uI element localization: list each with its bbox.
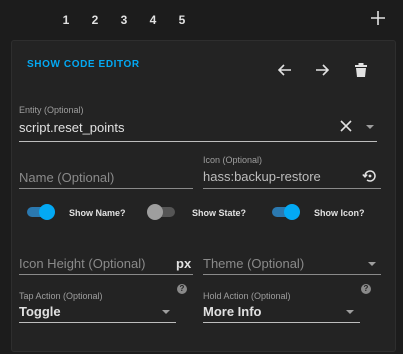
icon-label: Icon (Optional) — [203, 155, 263, 165]
card-editor: SHOW CODE EDITOR Entity (Optional) scrip… — [11, 40, 396, 352]
arrow-right-icon[interactable] — [312, 60, 332, 80]
icon-height-underline — [19, 274, 193, 275]
tab-1[interactable]: 1 — [59, 13, 73, 27]
help-icon[interactable]: ? — [177, 284, 187, 294]
theme-dropdown-icon[interactable] — [368, 262, 376, 266]
tab-4[interactable]: 4 — [146, 13, 160, 27]
tap-action-underline — [19, 322, 176, 323]
entity-dropdown-icon[interactable] — [366, 125, 374, 129]
tap-action-select[interactable]: Toggle — [19, 304, 61, 319]
toggle-knob — [39, 204, 55, 220]
show-name-label: Show Name? — [69, 208, 126, 218]
tap-action-label: Tap Action (Optional) — [19, 291, 103, 301]
arrow-left-icon[interactable] — [275, 60, 295, 80]
icon-height-input[interactable]: Icon Height (Optional) — [19, 256, 145, 271]
show-state-toggle[interactable] — [147, 204, 177, 220]
show-icon-toggle[interactable] — [270, 204, 300, 220]
show-name-toggle[interactable] — [25, 204, 55, 220]
delete-icon[interactable] — [351, 60, 371, 80]
help-icon[interactable]: ? — [361, 284, 371, 294]
card-tab-bar: 1 2 3 4 5 — [0, 0, 403, 40]
hold-action-select[interactable]: More Info — [203, 304, 262, 319]
hold-action-dropdown-icon[interactable] — [346, 310, 354, 314]
theme-select[interactable]: Theme (Optional) — [203, 256, 304, 271]
theme-underline — [203, 274, 381, 275]
backup-restore-icon — [362, 170, 376, 182]
show-code-editor-button[interactable]: SHOW CODE EDITOR — [27, 59, 140, 70]
show-state-label: Show State? — [192, 208, 247, 218]
name-underline — [19, 188, 193, 189]
tab-3[interactable]: 3 — [117, 13, 131, 27]
entity-label: Entity (Optional) — [19, 105, 84, 115]
name-input[interactable]: Name (Optional) — [19, 170, 114, 185]
toggle-knob — [284, 204, 300, 220]
hold-action-underline — [203, 322, 360, 323]
clear-icon[interactable] — [339, 119, 353, 133]
hold-action-label: Hold Action (Optional) — [203, 291, 291, 301]
entity-input[interactable]: script.reset_points — [19, 120, 125, 135]
show-icon-label: Show Icon? — [314, 208, 365, 218]
tab-5[interactable]: 5 — [175, 13, 189, 27]
toggle-knob — [147, 204, 163, 220]
entity-underline — [19, 141, 377, 142]
icon-underline — [203, 188, 381, 189]
icon-input[interactable]: hass:backup-restore — [203, 169, 321, 184]
add-card-icon[interactable] — [369, 9, 387, 27]
tab-2[interactable]: 2 — [88, 13, 102, 27]
tap-action-dropdown-icon[interactable] — [162, 310, 170, 314]
icon-height-suffix: px — [176, 256, 192, 271]
